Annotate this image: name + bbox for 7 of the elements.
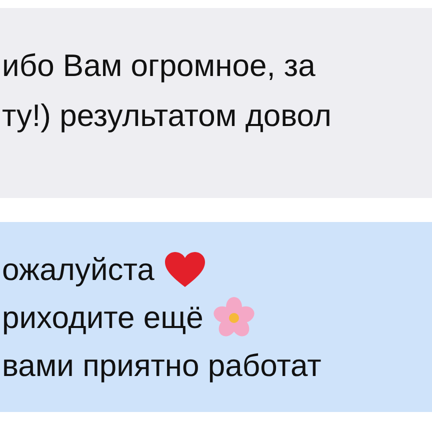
flower-icon [213,297,256,339]
message-text: ту!) результатом довол [2,98,332,134]
message-text: вами приятно работат [2,348,322,384]
heart-icon [164,251,206,289]
message-text: риходите ещё [2,300,204,336]
message-text: ожалуйста [2,252,154,288]
message-text: ибо Вам огромное, за [2,48,316,84]
